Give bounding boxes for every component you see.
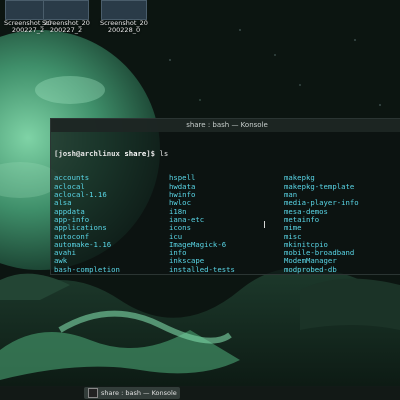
ls-entry: ModemManager bbox=[284, 257, 337, 266]
taskbar: share : bash — Konsole bbox=[0, 386, 400, 400]
ls-entry: accounts bbox=[54, 174, 90, 183]
ls-entry: iptables bbox=[169, 274, 284, 275]
ls-entry: i18n bbox=[169, 207, 187, 216]
terminal-icon bbox=[88, 388, 98, 398]
terminal-area[interactable]: [josh@archlinux share]$ ls accounts acloc… bbox=[51, 132, 400, 275]
ls-entry: hwinfo bbox=[169, 191, 196, 200]
ls-column: hspell hwdata hwinfo hwloc i18n iana-etc icons… bbox=[169, 174, 284, 275]
ls-entry: appdata bbox=[54, 207, 85, 216]
desktop-icon-label: Screenshot_20200227_2 bbox=[42, 19, 90, 34]
ls-column: accounts aclocal aclocal-1.16 alsa appdata ap… bbox=[54, 174, 169, 275]
text-cursor-icon: I bbox=[263, 220, 266, 231]
ls-entry: mesa-demos bbox=[284, 207, 328, 216]
command-text: ls bbox=[159, 148, 169, 158]
desktop-icon-screenshot-2[interactable]: Screenshot_20200227_2 bbox=[40, 0, 92, 34]
ls-entry: installed-tests bbox=[169, 265, 235, 274]
ls-entry: iana-etc bbox=[169, 215, 205, 224]
ls-entry: autoconf bbox=[54, 232, 90, 241]
ls-entry: man bbox=[284, 191, 298, 200]
ls-entry: makepkg bbox=[284, 174, 315, 183]
ls-entry: alsa bbox=[54, 199, 72, 208]
ls-entry: metainfo bbox=[284, 215, 320, 224]
window-titlebar[interactable]: share : bash — Konsole bbox=[51, 119, 400, 132]
konsole-window[interactable]: share : bash — Konsole [josh@archlinux s… bbox=[50, 118, 400, 275]
ls-entry: info bbox=[169, 249, 187, 258]
ls-entry: bash-completion bbox=[54, 265, 120, 274]
ls-entry: mkinitcpio bbox=[284, 240, 328, 249]
ls-entry: makepkg-template bbox=[284, 182, 355, 191]
prompt-end: ]$ bbox=[146, 148, 156, 158]
desktop-icon-screenshot-3[interactable]: Screenshot_20200228_0 bbox=[98, 0, 150, 34]
ls-entry: automake-1.16 bbox=[54, 240, 112, 249]
ls-entry: aclocal-1.16 bbox=[54, 191, 107, 200]
ls-entry: applications bbox=[54, 224, 107, 233]
prompt-directory: share bbox=[124, 148, 147, 158]
prompt-line: [josh@archlinux share]$ ls bbox=[54, 148, 400, 158]
ls-entry: icu bbox=[169, 232, 183, 241]
window-title: share : bash — Konsole bbox=[186, 121, 268, 129]
ls-entry: ImageMagick-6 bbox=[169, 240, 227, 249]
ls-entry: bison bbox=[54, 274, 169, 275]
ls-column: makepkg makepkg-template man media-player-i… bbox=[284, 174, 399, 275]
ls-entry: media-player-info bbox=[284, 199, 359, 208]
ls-output: accounts aclocal aclocal-1.16 alsa appdata ap… bbox=[54, 174, 400, 275]
ls-entry: avahi bbox=[54, 249, 76, 258]
image-file-icon bbox=[101, 0, 147, 20]
taskbar-item-label: share : bash — Konsole bbox=[101, 389, 177, 397]
ls-entry: icons bbox=[169, 224, 191, 233]
ls-entry: aclocal bbox=[54, 182, 85, 191]
image-file-icon bbox=[43, 0, 89, 20]
ls-entry: app-info bbox=[54, 215, 90, 224]
ls-entry: awk bbox=[54, 257, 68, 266]
ls-entry: inkscape bbox=[169, 257, 205, 266]
ls-entry: mypaint-data bbox=[284, 274, 399, 275]
prompt-user: [josh@archlinux bbox=[54, 148, 120, 158]
ls-entry: mime bbox=[284, 224, 302, 233]
ls-entry: misc bbox=[284, 232, 302, 241]
ls-entry: hwdata bbox=[169, 182, 196, 191]
desktop-icon-label: Screenshot_20200228_0 bbox=[100, 19, 148, 34]
ls-entry: hwloc bbox=[169, 199, 191, 208]
ls-entry: hspell bbox=[169, 174, 196, 183]
taskbar-item-konsole[interactable]: share : bash — Konsole bbox=[84, 387, 180, 399]
ls-entry: modprobed-db bbox=[284, 265, 337, 274]
ls-entry: mobile-broadband bbox=[284, 249, 355, 258]
